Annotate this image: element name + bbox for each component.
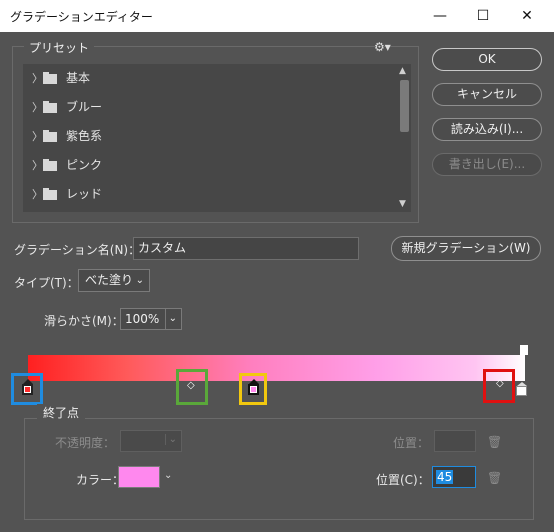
folder-icon — [43, 159, 57, 171]
chevron-down-icon: ⌄ — [135, 275, 144, 286]
chevron-down-icon: ⌄ — [164, 434, 177, 445]
list-item[interactable]: 〉 レッド — [23, 180, 398, 209]
window-title: グラデーションエディター — [10, 10, 153, 24]
opacity-position-label: 位置： — [393, 436, 430, 450]
smoothness-select[interactable]: 100% ⌄ — [120, 308, 182, 330]
color-position-label: 位置(C)： — [376, 473, 430, 487]
color-position-input[interactable]: 45 — [432, 466, 476, 488]
type-select[interactable]: べた塗り ⌄ — [78, 269, 150, 292]
ok-button[interactable]: OK — [432, 48, 542, 71]
folder-icon — [43, 72, 57, 84]
chevron-down-icon[interactable]: ⌄ — [164, 470, 172, 481]
gradient-name-input[interactable]: カスタム — [133, 237, 359, 260]
folder-icon — [43, 130, 57, 142]
list-item[interactable]: 〉 ピンク — [23, 151, 398, 180]
trash-icon: 🗑 — [487, 435, 503, 449]
close-button[interactable]: ✕ — [512, 4, 542, 28]
opacity-position-input — [434, 430, 476, 452]
maximize-button[interactable]: ☐ — [468, 4, 498, 28]
trash-icon: 🗑 — [487, 471, 503, 485]
smoothness-label: 滑らかさ(M)： — [44, 314, 124, 328]
list-item[interactable]: 〉 基本 — [23, 64, 398, 93]
minimize-button[interactable]: — — [425, 4, 455, 28]
gear-icon[interactable]: ⚙▾ — [374, 40, 392, 54]
scrollbar-thumb[interactable] — [400, 80, 409, 132]
chevron-right-icon[interactable]: 〉 — [32, 93, 43, 122]
chevron-right-icon[interactable]: 〉 — [32, 180, 43, 209]
midpoint-diamond-icon[interactable]: ◇ — [187, 380, 195, 391]
color-stop[interactable] — [248, 379, 259, 395]
color-swatch[interactable] — [118, 466, 160, 488]
gradient-name-label: グラデーション名(N)： — [14, 243, 141, 257]
preset-legend: プリセット — [24, 39, 95, 56]
stops-legend: 終了点 — [37, 404, 86, 421]
chevron-down-icon: ⌄ — [164, 309, 177, 329]
scroll-down-icon[interactable]: ▼ — [399, 199, 406, 209]
list-item[interactable]: 〉 紫色系 — [23, 122, 398, 151]
opacity-label: 不透明度： — [55, 436, 116, 450]
gradient-bar[interactable] — [28, 355, 525, 381]
chevron-right-icon[interactable]: 〉 — [32, 122, 43, 151]
preset-list[interactable]: 〉 基本 〉 ブルー 〉 紫色系 〉 ピンク 〉 レッド — [23, 64, 398, 212]
new-gradient-button[interactable]: 新規グラデーション(W) — [391, 236, 541, 261]
opacity-stop[interactable] — [520, 345, 528, 355]
color-label: カラー： — [76, 473, 125, 487]
cancel-button[interactable]: キャンセル — [432, 83, 542, 106]
list-item[interactable]: 〉 ブルー — [23, 93, 398, 122]
folder-icon — [43, 188, 57, 200]
chevron-right-icon[interactable]: 〉 — [32, 64, 43, 93]
color-stop[interactable] — [22, 379, 33, 395]
scroll-up-icon[interactable]: ▲ — [399, 66, 406, 76]
color-stop[interactable] — [516, 382, 527, 396]
load-button[interactable]: 読み込み(I)... — [432, 118, 542, 141]
type-label: タイプ(T)： — [14, 276, 79, 290]
chevron-right-icon[interactable]: 〉 — [32, 151, 43, 180]
midpoint-diamond-icon[interactable]: ◇ — [496, 378, 504, 389]
opacity-select: ⌄ — [120, 430, 182, 452]
folder-icon — [43, 101, 57, 113]
export-button: 書き出し(E)... — [432, 153, 542, 176]
